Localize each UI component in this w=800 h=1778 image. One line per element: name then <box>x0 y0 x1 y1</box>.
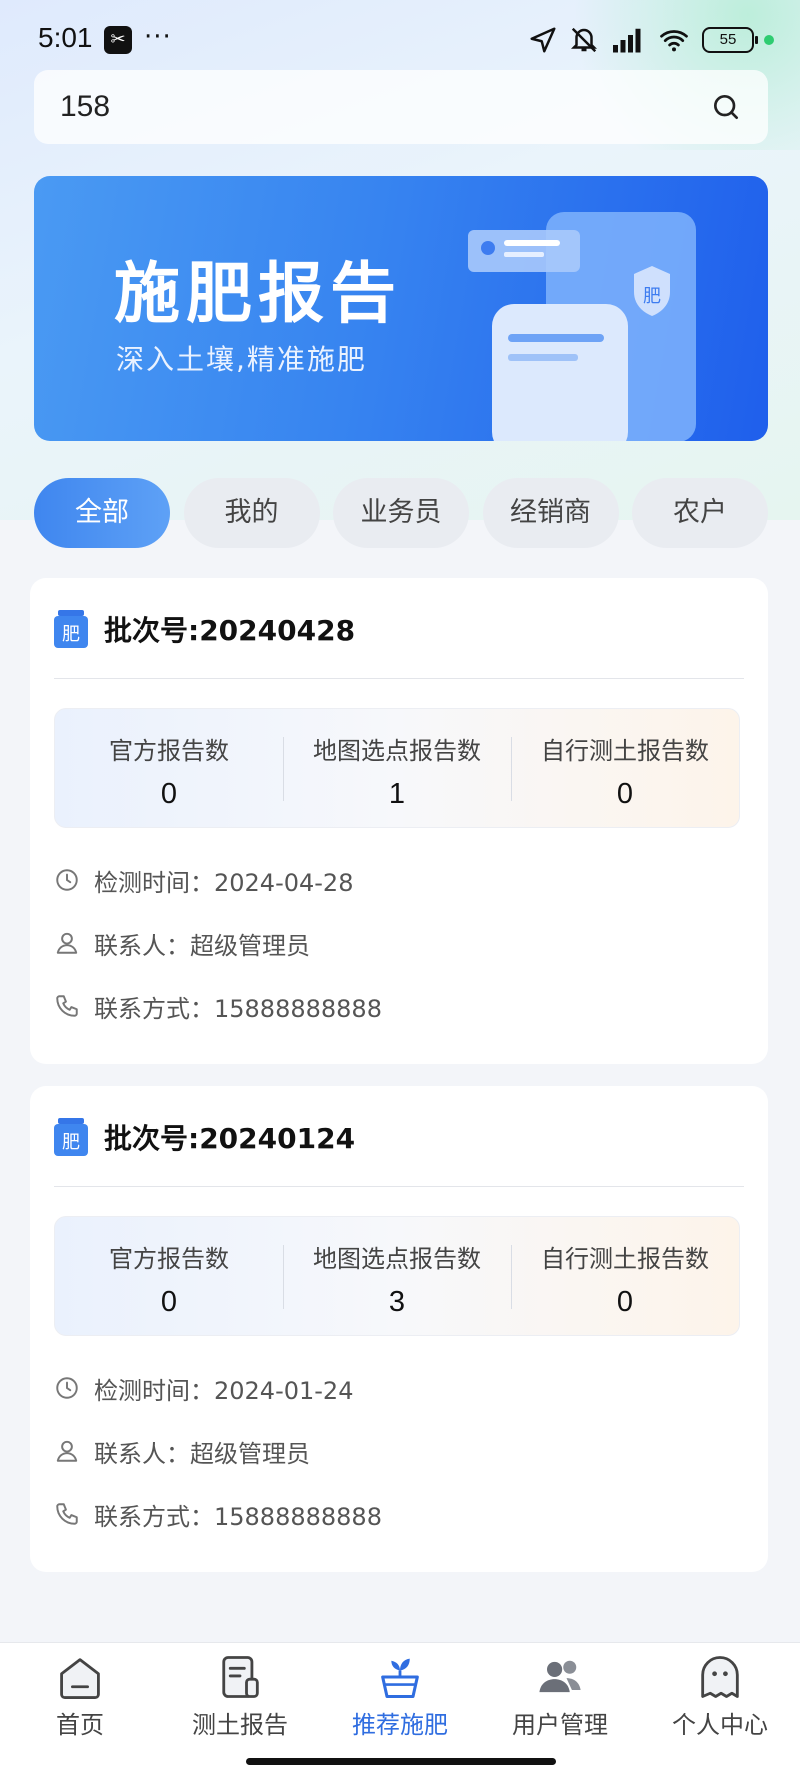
stat-value: 0 <box>160 778 178 810</box>
person-icon <box>56 932 78 954</box>
stat-self-test: 自行测土报告数 0 <box>511 709 739 827</box>
clock-icon <box>56 1377 78 1399</box>
batch-number: 批次号:20240428 <box>104 614 356 647</box>
batch-card[interactable]: 肥 批次号:20240428 官方报告数 0 地图选点报告数 1 自行测土报告数… <box>30 578 768 1064</box>
nav-label: 推荐施肥 <box>352 1711 448 1739</box>
stat-value: 0 <box>160 1286 178 1318</box>
mute-icon <box>570 27 598 53</box>
stat-label: 官方报告数 <box>109 1245 229 1273</box>
tab-mine[interactable]: 我的 <box>183 478 320 548</box>
contact-row: 联系人：超级管理员 <box>54 1431 310 1471</box>
filter-tabs: 全部 我的 业务员 经销商 农户 <box>34 478 768 548</box>
home-icon <box>60 1658 100 1699</box>
stat-label: 地图选点报告数 <box>313 1245 481 1273</box>
phone-icon <box>56 995 78 1017</box>
badge-text: 肥 <box>62 1132 80 1153</box>
search-bar[interactable] <box>34 70 768 144</box>
contact-person: 联系人：超级管理员 <box>94 1439 310 1468</box>
detect-time-row: 检测时间：2024-01-24 <box>54 1368 353 1408</box>
nav-label: 首页 <box>56 1711 104 1739</box>
banner-subtitle: 深入土壤,精准施肥 <box>116 343 367 376</box>
stat-value: 3 <box>388 1286 406 1318</box>
stat-value: 1 <box>388 778 406 810</box>
status-bar: 5:01 ✂ ··· 55 <box>0 0 800 80</box>
contact-row: 联系人：超级管理员 <box>54 923 310 963</box>
card-header: 肥 批次号:20240428 <box>54 604 355 654</box>
card-header: 肥 批次号:20240124 <box>54 1112 355 1162</box>
report-stats: 官方报告数 0 地图选点报告数 1 自行测土报告数 0 <box>54 708 740 828</box>
search-icon[interactable] <box>710 91 742 123</box>
phone-row: 联系方式：15888888888 <box>54 986 382 1026</box>
plant-pot-icon <box>381 1658 419 1699</box>
contact-phone[interactable]: 联系方式：15888888888 <box>94 1497 382 1532</box>
status-icons: 55 <box>528 22 774 58</box>
stat-map-point: 地图选点报告数 1 <box>283 709 511 827</box>
tab-farmer[interactable]: 农户 <box>632 478 768 548</box>
signal-icon <box>613 28 641 53</box>
users-icon <box>539 1660 581 1693</box>
detect-time: 检测时间：2024-04-28 <box>94 868 354 897</box>
banner-title: 施肥报告 <box>114 255 402 332</box>
report-document-illustration: 肥 <box>468 212 696 441</box>
batch-number: 批次号:20240124 <box>104 1122 356 1155</box>
nav-home[interactable]: 首页 <box>0 1643 160 1778</box>
badge-text: 肥 <box>62 624 80 645</box>
report-icon <box>222 1656 259 1698</box>
stat-label: 自行测土报告数 <box>541 1245 709 1273</box>
stat-value: 0 <box>616 1286 634 1318</box>
contact-phone[interactable]: 联系方式：15888888888 <box>94 989 382 1024</box>
fertilizer-badge-icon: 肥 <box>54 1118 88 1156</box>
stat-value: 0 <box>616 778 634 810</box>
stat-label: 地图选点报告数 <box>313 737 481 765</box>
person-icon <box>56 1440 78 1462</box>
detect-time: 检测时间：2024-01-24 <box>94 1376 354 1405</box>
profile-icon <box>701 1656 739 1698</box>
stat-official: 官方报告数 0 <box>55 1217 283 1335</box>
tab-dealer[interactable]: 经销商 <box>482 478 619 548</box>
privacy-dot <box>764 35 774 45</box>
fertilization-report-banner: 施肥报告 深入土壤,精准施肥 肥 <box>34 176 768 441</box>
wifi-icon <box>660 30 688 52</box>
stat-self-test: 自行测土报告数 0 <box>511 1217 739 1335</box>
contact-person: 联系人：超级管理员 <box>94 931 310 960</box>
nav-personal-center[interactable]: 个人中心 <box>640 1643 800 1778</box>
capcut-app-icon: ✂ <box>104 26 132 54</box>
tab-salesperson[interactable]: 业务员 <box>333 478 469 548</box>
banner-shield-label: 肥 <box>643 286 661 307</box>
tab-all[interactable]: 全部 <box>34 478 170 548</box>
status-time: 5:01 <box>38 22 93 53</box>
stat-official: 官方报告数 0 <box>55 709 283 827</box>
fertilizer-badge-icon: 肥 <box>54 610 88 648</box>
stat-map-point: 地图选点报告数 3 <box>283 1217 511 1335</box>
phone-icon <box>56 1503 78 1525</box>
batch-card[interactable]: 肥 批次号:20240124 官方报告数 0 地图选点报告数 3 自行测土报告数… <box>30 1086 768 1572</box>
detect-time-row: 检测时间：2024-04-28 <box>54 860 353 900</box>
home-indicator[interactable] <box>246 1758 556 1765</box>
stat-label: 官方报告数 <box>109 737 229 765</box>
battery-indicator: 55 <box>702 27 758 53</box>
nav-label: 个人中心 <box>672 1711 768 1739</box>
more-notifications-icon: ··· <box>144 22 172 52</box>
search-input[interactable] <box>60 90 710 124</box>
divider <box>54 1186 744 1187</box>
clock-icon <box>56 869 78 891</box>
location-icon <box>530 27 556 53</box>
report-stats: 官方报告数 0 地图选点报告数 3 自行测土报告数 0 <box>54 1216 740 1336</box>
stat-label: 自行测土报告数 <box>541 737 709 765</box>
nav-label: 测土报告 <box>192 1711 288 1739</box>
divider <box>54 678 744 679</box>
nav-label: 用户管理 <box>512 1711 608 1739</box>
phone-row: 联系方式：15888888888 <box>54 1494 382 1534</box>
